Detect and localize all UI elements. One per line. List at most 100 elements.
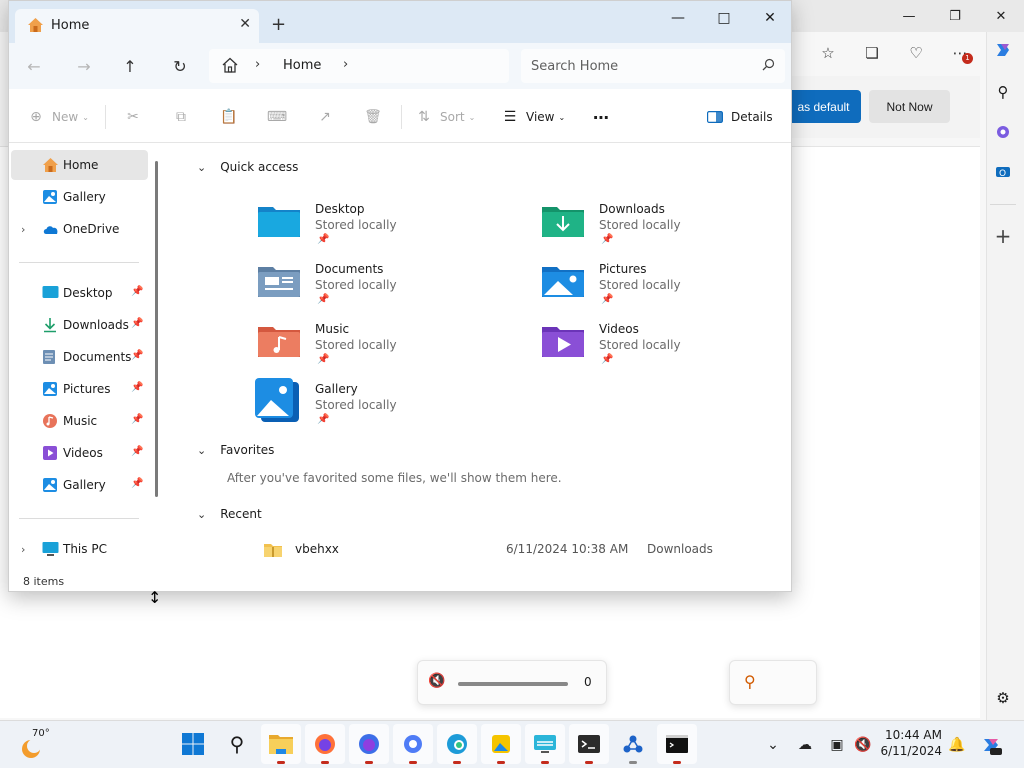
sidebar-item-gallery[interactable]: Gallery [11, 182, 148, 212]
mute-icon[interactable]: 🔇 [428, 673, 445, 689]
address-home-icon[interactable] [221, 56, 239, 77]
tab-home[interactable]: Home ✕ [15, 9, 259, 43]
new-tab-icon[interactable]: + [271, 14, 286, 35]
settings-gear-icon[interactable]: ⚙ [988, 684, 1018, 712]
set-default-button[interactable]: as default [786, 90, 861, 123]
sidebar-item-downloads[interactable]: Downloads 📌 [11, 310, 148, 340]
sidebar-item-documents[interactable]: Documents 📌 [11, 342, 148, 372]
breadcrumb-chevron-icon[interactable]: › [343, 57, 348, 72]
forward-icon[interactable]: → [69, 53, 99, 79]
network-disconnected-icon[interactable]: ☁ [794, 734, 816, 756]
delete-icon[interactable]: 🗑 [364, 106, 382, 128]
share-icon[interactable]: ↗ [316, 106, 334, 128]
weather-widget[interactable]: 70° [14, 728, 54, 762]
new-button[interactable]: ⊕ New ⌄ [27, 106, 89, 128]
tab-close-icon[interactable]: ✕ [239, 16, 251, 32]
firefox-nightly-icon[interactable] [349, 724, 389, 764]
start-button[interactable] [173, 724, 213, 764]
quick-access-header[interactable]: ⌄ Quick access [197, 160, 298, 174]
favorites-header[interactable]: ⌄ Favorites [197, 443, 274, 457]
network-app-icon[interactable] [613, 724, 653, 764]
key-search-icon[interactable]: ⚲ [744, 672, 756, 691]
sidebar-item-this-pc[interactable]: › This PC [11, 534, 148, 564]
outlook-icon[interactable]: O [988, 158, 1018, 186]
edge-icon[interactable] [437, 724, 477, 764]
browser-essentials-icon[interactable]: ♡ [902, 40, 930, 66]
see-more-icon[interactable]: ⋯ [593, 106, 609, 128]
running-indicator [585, 761, 593, 764]
maximize-button[interactable]: □ [701, 5, 747, 31]
breadcrumb-chevron-icon[interactable]: › [255, 57, 260, 72]
sort-button[interactable]: ⇅ Sort ⌄ [415, 106, 475, 128]
copilot-preview-icon[interactable] [980, 734, 1002, 756]
new-label: New [52, 110, 79, 124]
sidebar-item-pictures[interactable]: Pictures 📌 [11, 374, 148, 404]
browser-minimize-button[interactable]: — [886, 0, 932, 32]
console-icon[interactable] [657, 724, 697, 764]
browser-maximize-button[interactable]: ❐ [932, 0, 978, 32]
not-now-button[interactable]: Not Now [869, 90, 950, 123]
up-icon[interactable]: ↑ [115, 53, 145, 79]
add-icon[interactable]: + [988, 222, 1018, 250]
breadcrumb-home[interactable]: Home [283, 58, 321, 73]
volume-muted-icon[interactable]: 🔇 [852, 734, 874, 756]
show-hidden-icons-chevron-icon[interactable]: ⌄ [762, 734, 784, 756]
firefox-icon[interactable] [305, 724, 345, 764]
sidebar-item-music[interactable]: Music 📌 [11, 406, 148, 436]
rename-icon[interactable]: ⌨ [267, 106, 287, 128]
sidebar-item-desktop[interactable]: Desktop 📌 [11, 278, 148, 308]
search-box[interactable] [521, 49, 785, 83]
terminal-icon[interactable] [569, 724, 609, 764]
search-icon[interactable]: ⚲ [988, 78, 1018, 106]
explorer-titlebar: Home ✕ + — □ ✕ [9, 1, 791, 43]
recent-file-row[interactable]: vbehxx 6/11/2024 10:38 AM Downloads [255, 540, 775, 562]
search-input[interactable] [531, 56, 751, 76]
quick-access-downloads[interactable]: Downloads Stored locally 📌 [541, 202, 771, 260]
copy-icon[interactable]: ⧉ [172, 106, 190, 128]
copilot-taskbar-icon[interactable] [393, 724, 433, 764]
sidebar-item-home[interactable]: Home [11, 150, 148, 180]
sidebar-item-videos[interactable]: Videos 📌 [11, 438, 148, 468]
paste-icon[interactable]: 📋 [220, 106, 238, 128]
chevron-right-icon[interactable]: › [21, 223, 25, 236]
volume-slider[interactable] [458, 682, 568, 686]
chevron-down-icon[interactable]: ⌄ [197, 508, 206, 521]
close-button[interactable]: ✕ [747, 5, 791, 31]
chevron-down-icon[interactable]: ⌄ [197, 161, 206, 174]
svg-text:O: O [999, 169, 1006, 179]
quick-access-gallery[interactable]: Gallery Stored locally 📌 [255, 378, 487, 440]
recent-header[interactable]: ⌄ Recent [197, 507, 262, 521]
quick-access-desktop[interactable]: Desktop Stored locally 📌 [257, 202, 487, 260]
quick-access-music[interactable]: Music Stored locally 📌 [257, 322, 487, 380]
photos-icon[interactable] [481, 724, 521, 764]
refresh-icon[interactable]: ↻ [165, 53, 195, 79]
sidebar-item-label: Downloads [63, 318, 129, 332]
taskbar-search-icon[interactable]: ⚲ [217, 724, 257, 764]
quick-access-pictures[interactable]: Pictures Stored locally 📌 [541, 262, 771, 320]
file-explorer-taskbar-icon[interactable] [261, 724, 301, 764]
notification-bell-icon[interactable]: 🔔 [946, 734, 968, 756]
collections-icon[interactable]: ❏ [858, 40, 886, 66]
display-icon[interactable]: ▣ [826, 734, 848, 756]
system-clock[interactable]: 10:44 AM 6/11/2024 [880, 727, 942, 759]
quick-access-documents[interactable]: Documents Stored locally 📌 [257, 262, 487, 320]
chevron-down-icon[interactable]: ⌄ [197, 444, 206, 457]
view-button[interactable]: ☰ View ⌄ [501, 106, 565, 128]
sidebar-item-onedrive[interactable]: › OneDrive [11, 214, 148, 244]
more-options-icon[interactable]: ⋯ 1 [946, 40, 974, 66]
minimize-button[interactable]: — [655, 5, 701, 31]
copilot-icon[interactable] [988, 36, 1018, 64]
quick-access-videos[interactable]: Videos Stored locally 📌 [541, 322, 771, 380]
address-bar[interactable]: › Home › [209, 49, 509, 83]
search-icon[interactable] [762, 58, 775, 74]
remote-desktop-icon[interactable] [525, 724, 565, 764]
office-icon[interactable] [988, 118, 1018, 146]
sidebar-scrollbar[interactable] [155, 161, 158, 497]
sidebar-item-gallery-pinned[interactable]: Gallery 📌 [11, 470, 148, 500]
cut-icon[interactable]: ✂ [124, 106, 142, 128]
browser-close-button[interactable]: ✕ [978, 0, 1024, 32]
back-icon[interactable]: ← [19, 53, 49, 79]
favorites-icon[interactable]: ☆ [814, 40, 842, 66]
details-button[interactable]: Details [706, 106, 773, 128]
chevron-right-icon[interactable]: › [21, 543, 25, 556]
